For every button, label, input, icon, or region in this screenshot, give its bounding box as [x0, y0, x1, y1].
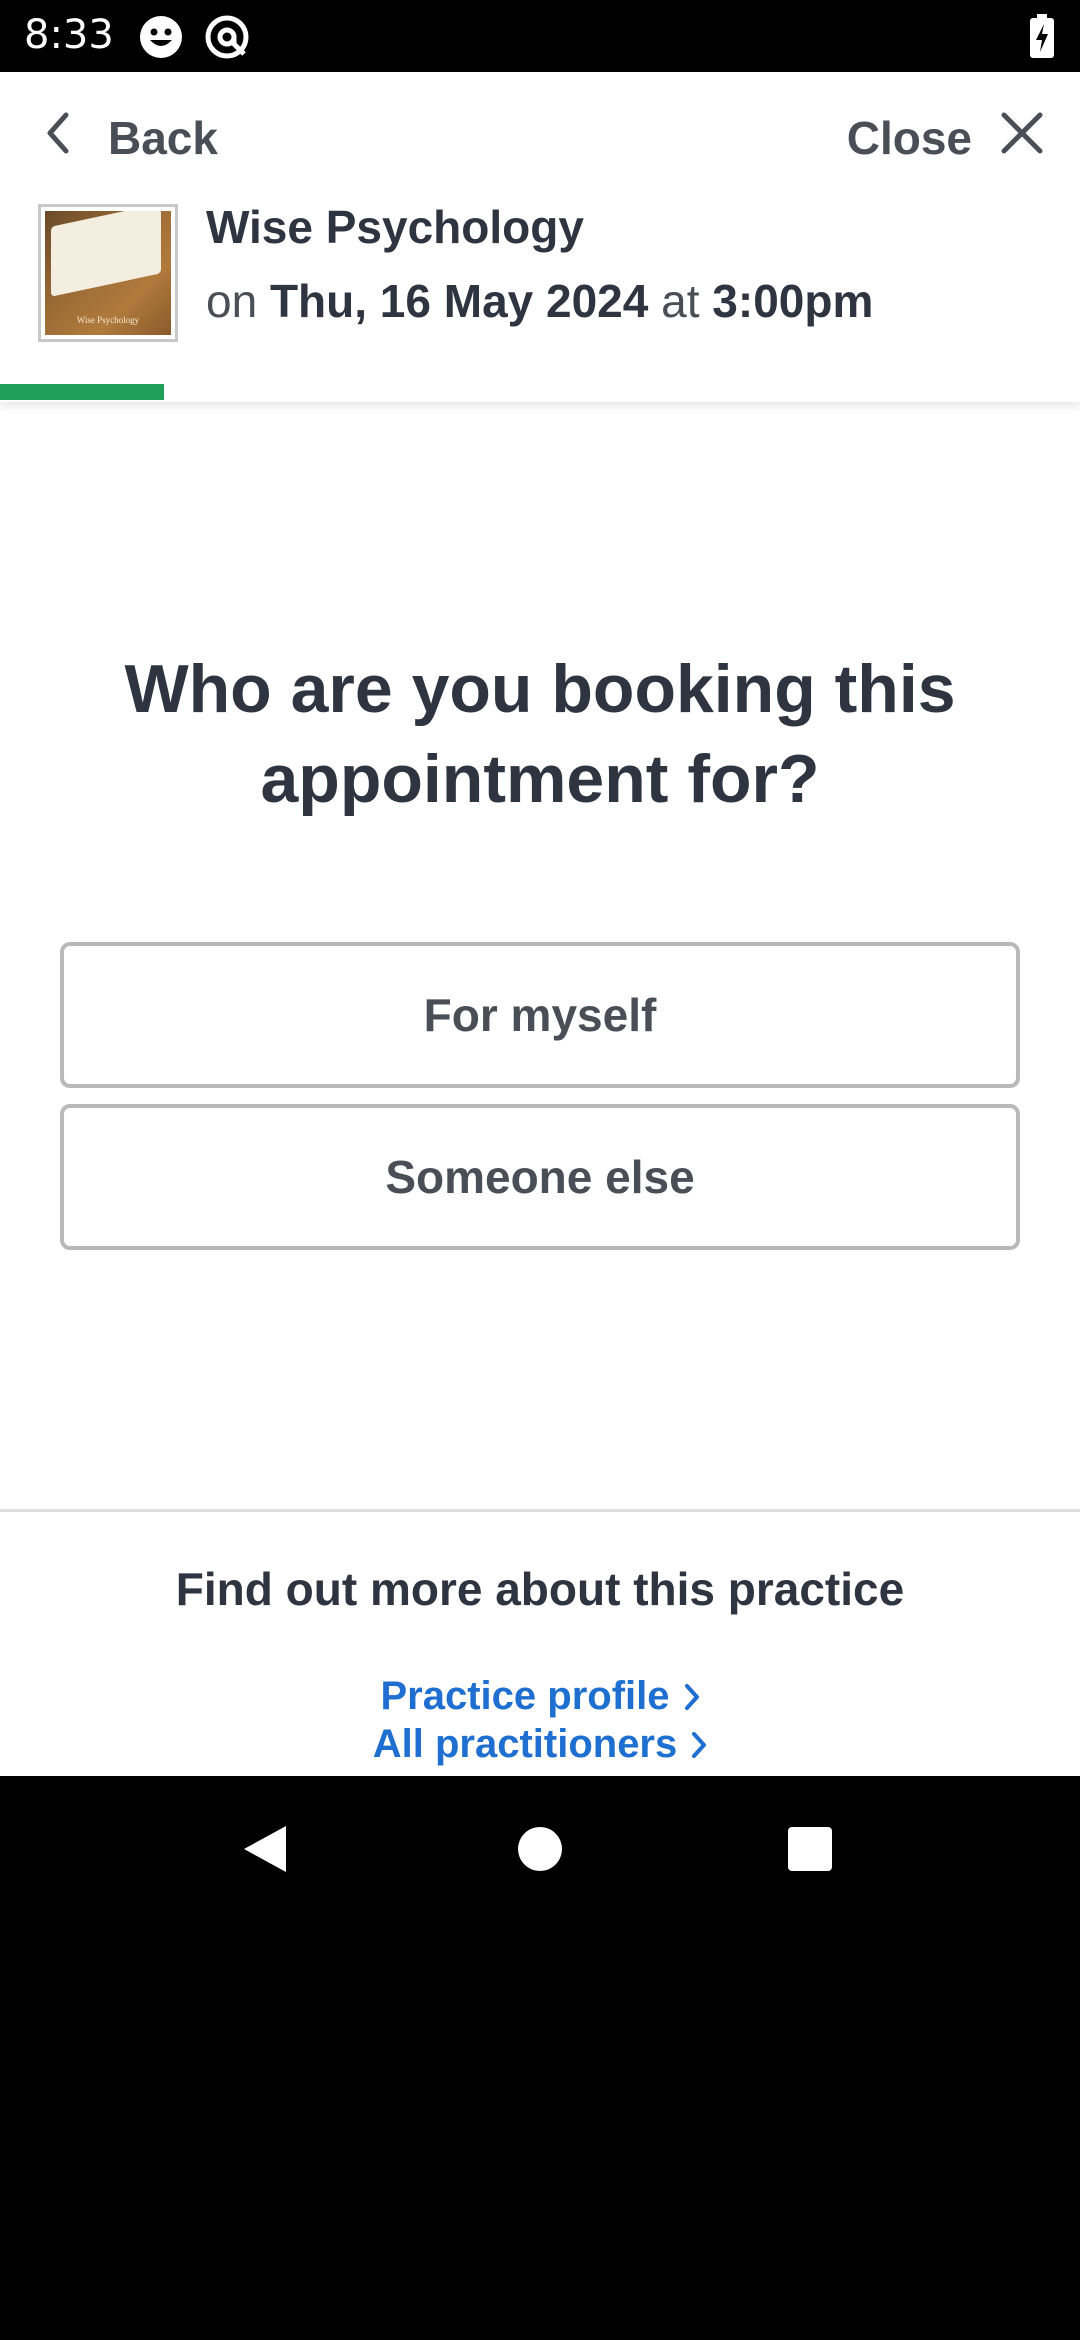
divider: [0, 1509, 1080, 1512]
appointment-datetime: on Thu, 16 May 2024 at 3:00pm: [206, 274, 873, 328]
nav-recents-icon[interactable]: [786, 1822, 834, 1881]
smiley-icon: [138, 14, 184, 65]
close-label: Close: [846, 112, 972, 164]
chevron-right-icon: [691, 1724, 707, 1769]
booking-screen: Back Close Wise Psychology Wise Psycholo…: [0, 72, 1080, 1776]
battery-charging-icon: [1028, 14, 1056, 65]
appointment-prefix: on: [206, 275, 258, 327]
for-myself-button[interactable]: For myself: [60, 942, 1020, 1088]
chevron-left-icon: [44, 111, 72, 166]
option-label: Someone else: [385, 1151, 695, 1203]
practice-name: Wise Psychology: [206, 201, 584, 253]
someone-else-button[interactable]: Someone else: [60, 1104, 1020, 1250]
status-time: 8:33: [24, 12, 114, 58]
practice-thumbnail: Wise Psychology: [38, 204, 178, 342]
appointment-date: Thu, 16 May 2024: [269, 275, 649, 327]
practice-profile-link[interactable]: Practice profile: [0, 1674, 1080, 1721]
nav-home-icon[interactable]: [516, 1822, 564, 1881]
system-navigation-bar: [0, 1776, 1080, 1922]
link-label: Practice profile: [380, 1674, 670, 1718]
find-out-more-heading: Find out more about this practice: [175, 1563, 905, 1615]
back-label: Back: [108, 112, 218, 164]
booking-question: Who are you booking this appointment for…: [124, 651, 956, 817]
progress-bar: [0, 384, 1080, 400]
thumbnail-logo-text: Wise Psychology: [76, 315, 140, 325]
progress-bar-fill: [0, 384, 165, 400]
option-label: For myself: [423, 989, 657, 1041]
chevron-right-icon: [684, 1676, 700, 1721]
status-bar: 8:33: [0, 0, 1080, 72]
at-sign-icon: [204, 14, 250, 65]
all-practitioners-link[interactable]: All practitioners: [0, 1722, 1080, 1769]
close-button[interactable]: Close: [847, 106, 1044, 170]
link-label: All practitioners: [372, 1722, 678, 1766]
back-button[interactable]: Back: [44, 106, 218, 170]
booking-header: Back Close Wise Psychology Wise Psycholo…: [0, 72, 1080, 402]
appointment-time: 3:00pm: [712, 275, 874, 327]
nav-back-icon[interactable]: [240, 1822, 290, 1881]
close-icon: [1000, 111, 1044, 166]
appointment-connector: at: [661, 275, 700, 327]
